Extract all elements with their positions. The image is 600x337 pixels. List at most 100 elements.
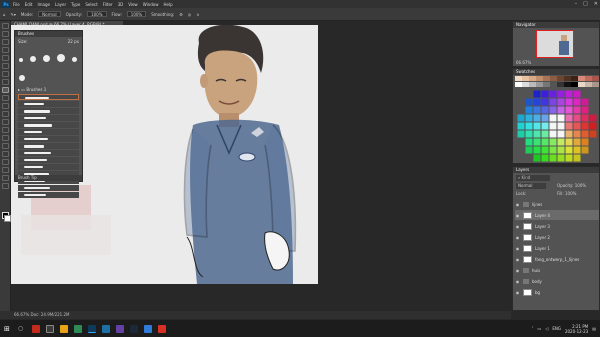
symmetry-icon[interactable]: ⨯ xyxy=(196,12,199,17)
swatch-cell[interactable] xyxy=(517,114,525,122)
photoshop-taskbar-icon[interactable] xyxy=(88,324,96,333)
visibility-eye-icon[interactable]: ◉ xyxy=(515,246,520,251)
gear-icon[interactable]: ⚙ xyxy=(179,12,183,17)
swatch[interactable] xyxy=(578,76,585,81)
swatch-cell[interactable] xyxy=(533,114,541,122)
brush-size-value[interactable]: 22 px xyxy=(68,39,79,44)
brush-preset-stroke[interactable] xyxy=(18,164,79,170)
brush-tip-preset[interactable] xyxy=(57,54,66,62)
swatch-cell[interactable] xyxy=(549,90,557,98)
brush-preset-stroke[interactable] xyxy=(18,192,79,198)
blend-mode-select[interactable]: Normal xyxy=(516,183,546,189)
visibility-eye-icon[interactable]: ◉ xyxy=(515,224,520,229)
swatch-cell[interactable] xyxy=(581,130,589,138)
windows-start-icon[interactable]: ⊞ xyxy=(4,325,12,333)
file-explorer-icon[interactable] xyxy=(60,324,68,333)
swatch[interactable] xyxy=(592,82,599,87)
brush-preset-stroke[interactable] xyxy=(18,150,79,156)
swatch-cell[interactable] xyxy=(573,154,581,162)
swatch-cell[interactable] xyxy=(557,98,565,106)
frame-tool-icon[interactable] xyxy=(1,63,9,69)
brush-preset-stroke[interactable] xyxy=(18,129,79,135)
swatch-cell[interactable] xyxy=(557,90,565,98)
swatch[interactable] xyxy=(564,76,571,81)
menu-window[interactable]: Window xyxy=(143,2,159,7)
search-icon[interactable]: ○ xyxy=(18,325,26,333)
swatch[interactable] xyxy=(585,82,592,87)
language-indicator[interactable]: ENG xyxy=(552,326,561,331)
layer-fill-value[interactable]: 100% xyxy=(565,191,576,196)
app-icon-red[interactable] xyxy=(32,324,40,333)
swatch[interactable] xyxy=(529,82,536,87)
eyedropper-tool-icon[interactable] xyxy=(1,71,9,77)
layer-row[interactable]: ◉ Layer 4 xyxy=(515,210,599,220)
maximize-button[interactable]: □ xyxy=(583,1,588,7)
brush-preset-stroke[interactable] xyxy=(18,185,79,191)
swatch-cell[interactable] xyxy=(573,106,581,114)
swatch-cell[interactable] xyxy=(565,154,573,162)
visibility-eye-icon[interactable]: ◉ xyxy=(515,268,520,273)
menu-type[interactable]: Type xyxy=(71,2,80,7)
layer-row[interactable]: ◉ huis xyxy=(515,265,599,275)
move-tool-icon[interactable] xyxy=(1,23,9,29)
swatch[interactable] xyxy=(592,76,599,81)
swatch-cell[interactable] xyxy=(589,130,597,138)
marquee-tool-icon[interactable] xyxy=(1,31,9,37)
brush-tool-icon[interactable] xyxy=(1,87,9,93)
swatch[interactable] xyxy=(550,82,557,87)
menu-select[interactable]: Select xyxy=(85,2,97,7)
navigator-zoom-value[interactable]: 66.67% xyxy=(516,60,531,65)
swatch[interactable] xyxy=(578,82,585,87)
shape-tool-icon[interactable] xyxy=(1,167,9,173)
swatch-cell[interactable] xyxy=(541,98,549,106)
brush-tip-preset[interactable] xyxy=(19,75,25,81)
swatch-cell[interactable] xyxy=(589,114,597,122)
swatch[interactable] xyxy=(571,76,578,81)
swatch-cell[interactable] xyxy=(565,90,573,98)
layer-row[interactable]: ◉ body xyxy=(515,276,599,286)
mode-select[interactable]: Normal xyxy=(38,11,61,17)
app-icon-purple[interactable] xyxy=(116,324,124,333)
swatch-cell[interactable] xyxy=(565,122,573,130)
swatch[interactable] xyxy=(543,76,550,81)
swatch-cell[interactable] xyxy=(541,154,549,162)
task-view-icon[interactable] xyxy=(46,324,54,333)
swatch-cell[interactable] xyxy=(533,154,541,162)
brush-preset-stroke[interactable] xyxy=(18,115,79,121)
app-icon-lightblue[interactable] xyxy=(144,324,152,333)
brush-preset-stroke[interactable] xyxy=(18,136,79,142)
swatch-cell[interactable] xyxy=(557,114,565,122)
brush-preset-stroke[interactable] xyxy=(18,94,79,100)
layer-row[interactable]: ◉ lijnes xyxy=(515,199,599,209)
swatch-cell[interactable] xyxy=(557,122,565,130)
swatch-cell[interactable] xyxy=(541,138,549,146)
swatch-cell[interactable] xyxy=(565,106,573,114)
swatch-cell[interactable] xyxy=(581,106,589,114)
swatch-cell[interactable] xyxy=(533,122,541,130)
brush-preset-stroke[interactable] xyxy=(18,143,79,149)
zoom-tool-icon[interactable] xyxy=(1,183,9,189)
layer-row[interactable]: ◉ Layer 2 xyxy=(515,232,599,242)
pressure-icon[interactable]: ◎ xyxy=(188,12,192,17)
layer-row[interactable]: ◉ Layer 3 xyxy=(515,221,599,231)
swatch-cell[interactable] xyxy=(549,122,557,130)
swatch-cell[interactable] xyxy=(525,106,533,114)
swatch-cell[interactable] xyxy=(573,90,581,98)
visibility-eye-icon[interactable]: ◉ xyxy=(515,213,520,218)
swatch-cell[interactable] xyxy=(549,154,557,162)
close-button[interactable]: ✕ xyxy=(594,1,598,7)
menu-edit[interactable]: Edit xyxy=(25,2,33,7)
color-wheel-swatch-grid[interactable] xyxy=(517,90,597,162)
type-tool-icon[interactable] xyxy=(1,151,9,157)
swatch-cell[interactable] xyxy=(557,138,565,146)
swatch-cell[interactable] xyxy=(573,122,581,130)
swatch-cell[interactable] xyxy=(549,130,557,138)
swatch[interactable] xyxy=(585,76,592,81)
swatch-cell[interactable] xyxy=(581,114,589,122)
swatch-cell[interactable] xyxy=(565,138,573,146)
lasso-tool-icon[interactable] xyxy=(1,39,9,45)
swatch-cell[interactable] xyxy=(565,98,573,106)
app-icon-blue[interactable] xyxy=(102,324,110,333)
swatches-tab[interactable]: Swatches xyxy=(513,69,599,75)
navigator-tab[interactable]: Navigator xyxy=(513,22,599,28)
